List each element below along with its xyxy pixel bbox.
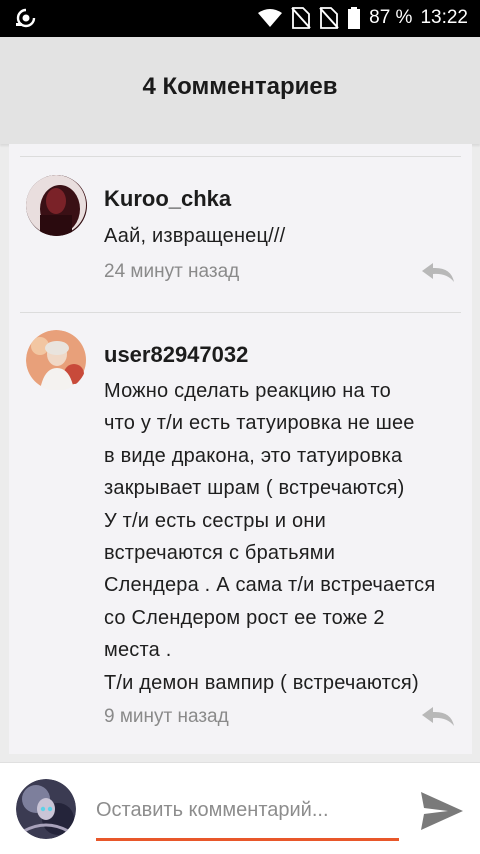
reply-icon[interactable] — [421, 706, 455, 728]
app-notification-icon — [16, 8, 36, 28]
comment-time: 24 минут назад — [104, 261, 240, 282]
send-icon[interactable] — [420, 791, 464, 831]
my-avatar — [16, 779, 76, 839]
avatar[interactable] — [26, 175, 87, 236]
divider — [20, 156, 461, 157]
comment-username[interactable]: Kuroo_chka — [104, 186, 231, 212]
comment-time: 9 минут назад — [104, 706, 229, 727]
status-bar: 87 % 13:22 — [0, 0, 480, 37]
battery-percent: 87 % — [369, 7, 413, 28]
comment-text: Можно сделать реакцию на то что у т/и ес… — [104, 380, 436, 694]
comment-username[interactable]: user82947032 — [104, 342, 248, 368]
avatar[interactable] — [26, 330, 87, 391]
comment-composer — [0, 762, 480, 854]
comment-text: Аай, извращенец/// — [104, 225, 286, 247]
wifi-icon — [258, 9, 283, 27]
battery-icon — [348, 7, 361, 29]
clock: 13:22 — [420, 7, 468, 28]
no-sim-icon — [291, 7, 311, 29]
reply-icon[interactable] — [421, 262, 455, 284]
comment-list[interactable]: Kuroo_chka Аай, извращенец/// 24 минут н… — [9, 144, 472, 754]
page-title: 4 Комментариев — [142, 73, 338, 100]
no-sim-icon-2 — [319, 7, 339, 29]
header: 4 Комментариев — [0, 37, 480, 144]
comment-input[interactable] — [96, 793, 399, 841]
divider — [20, 312, 461, 313]
